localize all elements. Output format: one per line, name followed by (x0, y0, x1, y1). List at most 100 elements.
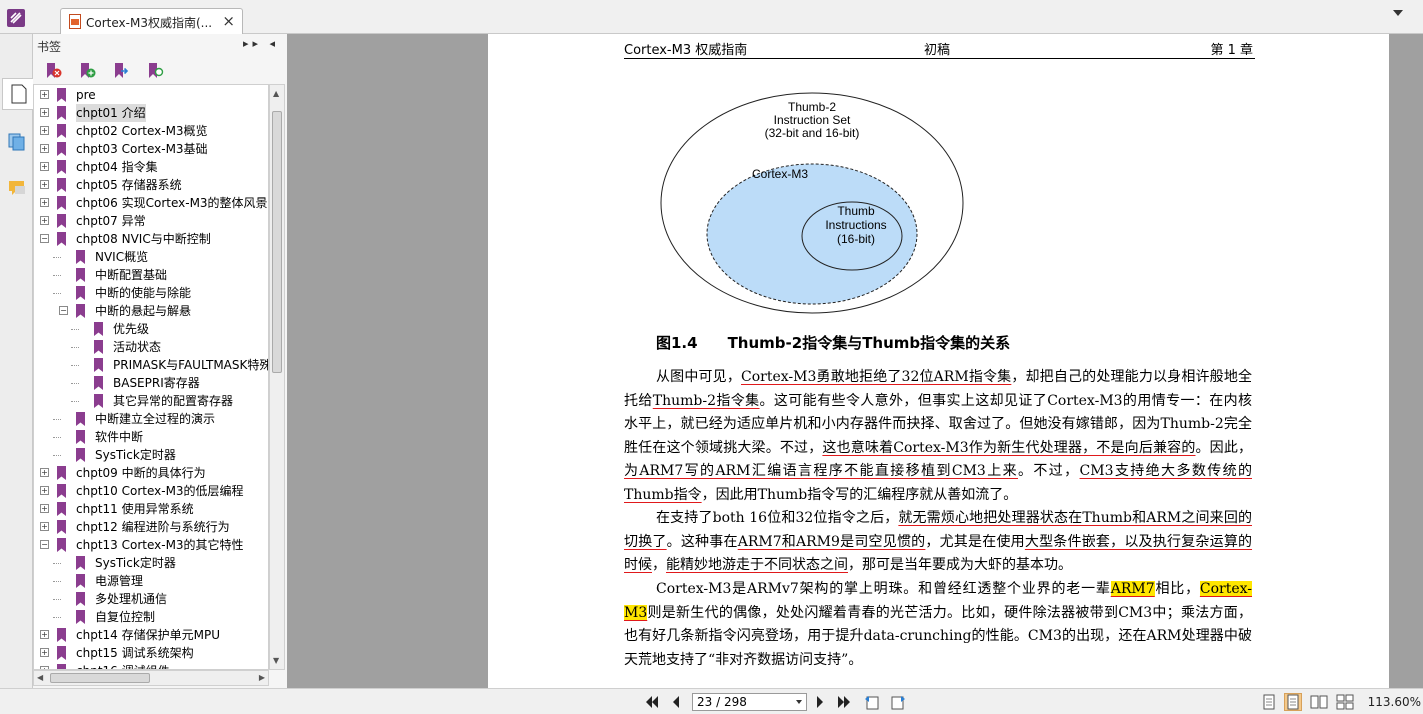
bookmark-tree[interactable]: + pre + chpt01 介绍 + chpt02 Cortex-M3概览 + chpt03… (33, 84, 269, 670)
expand-icon[interactable]: + (40, 162, 49, 171)
bookmark-subitem[interactable]: 中断配置基础 (34, 266, 268, 284)
bookmark-label: chpt08 NVIC与中断控制 (76, 232, 211, 246)
close-tab-icon[interactable]: × (222, 12, 235, 30)
chevron-down-icon[interactable] (796, 700, 802, 704)
zoom-level[interactable]: 113.60% (1368, 695, 1421, 709)
bookmark-subitem[interactable]: SysTick定时器 (34, 446, 268, 464)
expand-icon[interactable]: + (40, 126, 49, 135)
collapse-icon[interactable]: − (40, 234, 49, 243)
bookmark-chapter-item[interactable]: + chpt05 存储器系统 (34, 176, 268, 194)
next-page-button[interactable] (812, 694, 828, 710)
add-bookmark-icon[interactable] (79, 63, 97, 79)
collapse-icon[interactable]: − (40, 540, 49, 549)
panel-splitter[interactable] (287, 34, 295, 688)
app-logo-icon[interactable] (6, 8, 28, 28)
first-page-button[interactable] (644, 694, 660, 710)
bookmark-subitem[interactable]: 活动状态 (34, 338, 268, 356)
expand-icon[interactable]: + (40, 648, 49, 657)
bookmarks-vertical-scrollbar[interactable]: ▲ ▼ (269, 84, 285, 670)
bookmark-subitem[interactable]: SysTick定时器 (34, 554, 268, 572)
bookmark-chapter-item[interactable]: + chpt04 指令集 (34, 158, 268, 176)
last-page-button[interactable] (836, 694, 852, 710)
bookmark-subitem[interactable]: 软件中断 (34, 428, 268, 446)
expand-icon[interactable]: + (40, 522, 49, 531)
bookmark-chapter-item[interactable]: − chpt13 Cortex-M3的其它特性 (34, 536, 268, 554)
bookmark-chapter-item[interactable]: + chpt06 实现Cortex-M3的整体风景 (34, 194, 268, 212)
continuous-facing-view-button[interactable] (1336, 693, 1354, 711)
expand-icon[interactable]: + (40, 216, 49, 225)
bookmark-icon (57, 646, 66, 660)
bookmark-subitem[interactable]: − 中断的悬起与解悬 (34, 302, 268, 320)
document-tab[interactable]: Cortex-M3权威指南(... × (60, 8, 243, 34)
bookmarks-toolbar (33, 58, 287, 84)
comments-panel-button[interactable] (3, 172, 30, 204)
single-page-view-button[interactable] (1260, 693, 1278, 711)
bookmark-subitem[interactable]: PRIMASK与FAULTMASK特殊 (34, 356, 268, 374)
expand-icon[interactable]: + (40, 180, 49, 189)
collapse-icon[interactable]: − (59, 306, 68, 315)
bookmark-chapter-item[interactable]: + chpt03 Cortex-M3基础 (34, 140, 268, 158)
thumbnails-panel-button[interactable] (3, 126, 30, 158)
continuous-view-button[interactable] (1284, 693, 1302, 711)
expand-icon[interactable]: + (40, 144, 49, 153)
paragraph-2: 在支持了both 16位和32位指令之后，就无需烦心地把处理器状态在Thumb和… (624, 510, 1253, 573)
scrollbar-thumb[interactable] (272, 111, 282, 373)
bookmark-chapter-item[interactable]: − chpt08 NVIC与中断控制 (34, 230, 268, 248)
bookmark-subitem[interactable]: 中断建立全过程的演示 (34, 410, 268, 428)
bookmark-icon (76, 268, 85, 282)
expand-icon[interactable]: + (40, 486, 49, 495)
single-page-icon (1263, 694, 1275, 710)
bookmark-chapter-item[interactable]: + pre (34, 86, 268, 104)
expand-icon[interactable]: + (40, 504, 49, 513)
bookmark-subitem[interactable]: 其它异常的配置寄存器 (34, 392, 268, 410)
pdf-file-icon (69, 14, 81, 29)
paragraph-1: 从图中可见，Cortex-M3勇敢地拒绝了32位ARM指令集，却把自己的处理能力… (624, 369, 1253, 503)
bookmark-chapter-item[interactable]: + chpt14 存储保护单元MPU (34, 626, 268, 644)
tab-list-dropdown-icon[interactable] (1393, 10, 1403, 16)
expand-icon[interactable]: + (40, 198, 49, 207)
bookmark-subitem[interactable]: BASEPRI寄存器 (34, 374, 268, 392)
bookmark-chapter-item[interactable]: + chpt02 Cortex-M3概览 (34, 122, 268, 140)
expand-icon[interactable]: + (40, 468, 49, 477)
bookmarks-header: 书签 ▸▸ ◂ (33, 34, 287, 58)
search-bookmark-icon[interactable] (147, 63, 165, 79)
facing-view-button[interactable] (1310, 693, 1328, 711)
page-header: Cortex-M3 权威指南 初稿 第 1 章 (624, 37, 1255, 59)
bookmark-icon (57, 88, 66, 102)
bookmark-label: pre (76, 88, 96, 102)
panel-collapse-controls[interactable]: ▸▸ ◂ (243, 37, 279, 50)
bookmark-icon (94, 358, 103, 372)
bookmark-chapter-item[interactable]: + chpt10 Cortex-M3的低层编程 (34, 482, 268, 500)
diagram-outer-line-3: (32-bit and 16-bit) (765, 126, 860, 140)
delete-bookmark-icon[interactable] (45, 63, 63, 79)
page-number-input[interactable]: 23 / 298 (692, 693, 807, 711)
bookmark-icon (57, 232, 66, 246)
previous-page-button[interactable] (668, 694, 684, 710)
bookmarks-horizontal-scrollbar[interactable]: ◀ ▶ (33, 670, 269, 686)
bookmark-chapter-item[interactable]: +chpt16 调试组件 (34, 662, 268, 669)
expand-icon[interactable]: + (40, 630, 49, 639)
bookmark-chapter-item[interactable]: + chpt12 编程进阶与系统行为 (34, 518, 268, 536)
next-view-button[interactable] (890, 694, 906, 710)
bookmark-label: chpt12 编程进阶与系统行为 (76, 520, 230, 534)
bookmark-subitem[interactable]: 多处理机通信 (34, 590, 268, 608)
goto-bookmark-icon[interactable] (113, 63, 131, 79)
expand-icon[interactable]: + (40, 108, 49, 117)
bookmark-chapter-item[interactable]: + chpt01 介绍 (34, 104, 268, 122)
bookmark-chapter-item[interactable]: + chpt11 使用异常系统 (34, 500, 268, 518)
bookmark-subitem[interactable]: NVIC概览 (34, 248, 268, 266)
bookmark-chapter-item[interactable]: + chpt09 中断的具体行为 (34, 464, 268, 482)
bookmark-icon (57, 214, 66, 228)
annotated-text: 为ARM7写的ARM汇编语言程序不能直接移植到CM3上来 (624, 463, 1018, 479)
bookmark-chapter-item[interactable]: + chpt15 调试系统架构 (34, 644, 268, 662)
scrollbar-thumb[interactable] (50, 673, 150, 683)
bookmark-subitem[interactable]: 自复位控制 (34, 608, 268, 626)
bookmark-subitem[interactable]: 优先级 (34, 320, 268, 338)
bookmark-subitem[interactable]: 中断的使能与除能 (34, 284, 268, 302)
bookmark-icon (76, 574, 85, 588)
bookmark-subitem[interactable]: 电源管理 (34, 572, 268, 590)
bookmark-chapter-item[interactable]: + chpt07 异常 (34, 212, 268, 230)
bookmarks-panel-button[interactable] (2, 78, 34, 110)
previous-view-button[interactable] (864, 694, 880, 710)
expand-icon[interactable]: + (40, 90, 49, 99)
